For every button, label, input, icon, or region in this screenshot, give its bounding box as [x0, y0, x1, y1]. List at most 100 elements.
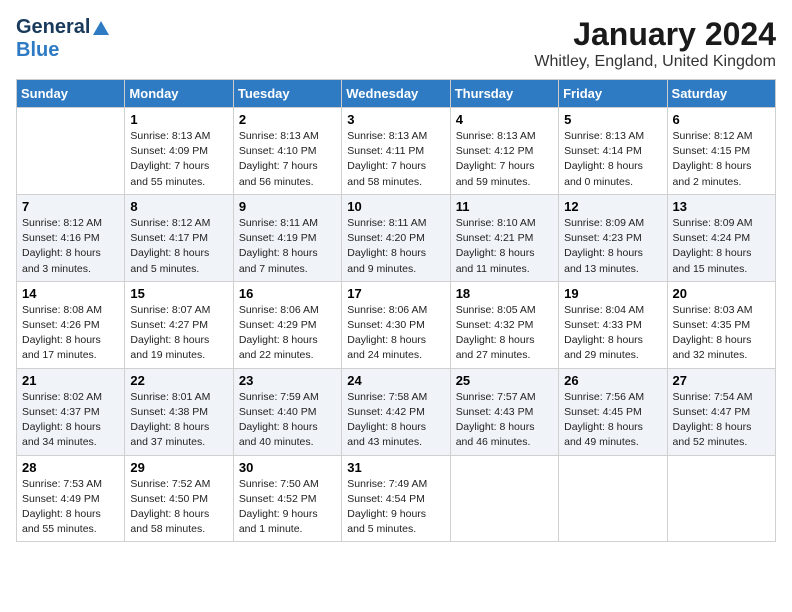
col-saturday: Saturday: [667, 80, 775, 108]
calendar-cell: [667, 455, 775, 542]
day-number: 15: [130, 286, 227, 301]
calendar-cell: 29 Sunrise: 7:52 AM Sunset: 4:50 PM Dayli…: [125, 455, 233, 542]
day-number: 5: [564, 112, 661, 127]
day-number: 27: [673, 373, 770, 388]
day-info: Sunrise: 7:52 AM Sunset: 4:50 PM Dayligh…: [130, 477, 227, 538]
day-info: Sunrise: 8:08 AM Sunset: 4:26 PM Dayligh…: [22, 303, 119, 364]
day-number: 1: [130, 112, 227, 127]
calendar-body: 1Sunrise: 8:13 AM Sunset: 4:09 PM Daylig…: [17, 108, 776, 542]
calendar-table: Sunday Monday Tuesday Wednesday Thursday…: [16, 79, 776, 542]
calendar-cell: 27 Sunrise: 7:54 AM Sunset: 4:47 PM Dayli…: [667, 368, 775, 455]
calendar-cell: 6 Sunrise: 8:12 AM Sunset: 4:15 PM Daylig…: [667, 108, 775, 195]
day-number: 30: [239, 460, 336, 475]
calendar-cell: 18 Sunrise: 8:05 AM Sunset: 4:32 PM Dayli…: [450, 281, 558, 368]
calendar-cell: 16 Sunrise: 8:06 AM Sunset: 4:29 PM Dayli…: [233, 281, 341, 368]
calendar-week-row: 1Sunrise: 8:13 AM Sunset: 4:09 PM Daylig…: [17, 108, 776, 195]
day-number: 13: [673, 199, 770, 214]
calendar-cell: 20Sunrise: 8:03 AM Sunset: 4:35 PM Dayli…: [667, 281, 775, 368]
day-number: 31: [347, 460, 444, 475]
page-subtitle: Whitley, England, United Kingdom: [534, 53, 776, 71]
logo: General Blue: [16, 16, 110, 62]
day-info: Sunrise: 8:13 AM Sunset: 4:12 PM Dayligh…: [456, 129, 553, 190]
day-info: Sunrise: 8:04 AM Sunset: 4:33 PM Dayligh…: [564, 303, 661, 364]
day-number: 23: [239, 373, 336, 388]
day-info: Sunrise: 8:01 AM Sunset: 4:38 PM Dayligh…: [130, 390, 227, 451]
day-info: Sunrise: 7:50 AM Sunset: 4:52 PM Dayligh…: [239, 477, 336, 538]
calendar-week-row: 28 Sunrise: 7:53 AM Sunset: 4:49 PM Dayli…: [17, 455, 776, 542]
day-info: Sunrise: 8:12 AM Sunset: 4:15 PM Dayligh…: [673, 129, 770, 190]
day-number: 8: [130, 199, 227, 214]
day-number: 11: [456, 199, 553, 214]
day-info: Sunrise: 8:06 AM Sunset: 4:29 PM Dayligh…: [239, 303, 336, 364]
calendar-cell: 24Sunrise: 7:58 AM Sunset: 4:42 PM Dayli…: [342, 368, 450, 455]
day-number: 18: [456, 286, 553, 301]
calendar-cell: 22Sunrise: 8:01 AM Sunset: 4:38 PM Dayli…: [125, 368, 233, 455]
day-info: Sunrise: 8:13 AM Sunset: 4:11 PM Dayligh…: [347, 129, 444, 190]
day-number: 9: [239, 199, 336, 214]
logo-blue-text: Blue: [16, 39, 59, 61]
calendar-cell: 26 Sunrise: 7:56 AM Sunset: 4:45 PM Dayli…: [559, 368, 667, 455]
day-number: 12: [564, 199, 661, 214]
day-info: Sunrise: 7:57 AM Sunset: 4:43 PM Dayligh…: [456, 390, 553, 451]
calendar-cell: 4 Sunrise: 8:13 AM Sunset: 4:12 PM Daylig…: [450, 108, 558, 195]
day-number: 2: [239, 112, 336, 127]
day-info: Sunrise: 8:13 AM Sunset: 4:10 PM Dayligh…: [239, 129, 336, 190]
calendar-header: Sunday Monday Tuesday Wednesday Thursday…: [17, 80, 776, 108]
day-number: 21: [22, 373, 119, 388]
col-tuesday: Tuesday: [233, 80, 341, 108]
day-info: Sunrise: 8:02 AM Sunset: 4:37 PM Dayligh…: [22, 390, 119, 451]
calendar-cell: 1Sunrise: 8:13 AM Sunset: 4:09 PM Daylig…: [125, 108, 233, 195]
day-number: 19: [564, 286, 661, 301]
calendar-cell: 23Sunrise: 7:59 AM Sunset: 4:40 PM Dayli…: [233, 368, 341, 455]
calendar-cell: 2 Sunrise: 8:13 AM Sunset: 4:10 PM Daylig…: [233, 108, 341, 195]
calendar-cell: 13 Sunrise: 8:09 AM Sunset: 4:24 PM Dayli…: [667, 194, 775, 281]
day-info: Sunrise: 8:05 AM Sunset: 4:32 PM Dayligh…: [456, 303, 553, 364]
day-number: 6: [673, 112, 770, 127]
calendar-cell: 14 Sunrise: 8:08 AM Sunset: 4:26 PM Dayli…: [17, 281, 125, 368]
calendar-cell: 3 Sunrise: 8:13 AM Sunset: 4:11 PM Daylig…: [342, 108, 450, 195]
calendar-cell: 30 Sunrise: 7:50 AM Sunset: 4:52 PM Dayli…: [233, 455, 341, 542]
day-info: Sunrise: 7:56 AM Sunset: 4:45 PM Dayligh…: [564, 390, 661, 451]
calendar-cell: 11 Sunrise: 8:10 AM Sunset: 4:21 PM Dayli…: [450, 194, 558, 281]
day-info: Sunrise: 8:09 AM Sunset: 4:23 PM Dayligh…: [564, 216, 661, 277]
calendar-week-row: 7 Sunrise: 8:12 AM Sunset: 4:16 PM Daylig…: [17, 194, 776, 281]
day-info: Sunrise: 8:12 AM Sunset: 4:17 PM Dayligh…: [130, 216, 227, 277]
calendar-cell: 25Sunrise: 7:57 AM Sunset: 4:43 PM Dayli…: [450, 368, 558, 455]
day-number: 14: [22, 286, 119, 301]
calendar-cell: 5 Sunrise: 8:13 AM Sunset: 4:14 PM Daylig…: [559, 108, 667, 195]
col-wednesday: Wednesday: [342, 80, 450, 108]
day-info: Sunrise: 8:07 AM Sunset: 4:27 PM Dayligh…: [130, 303, 227, 364]
calendar-cell: 21 Sunrise: 8:02 AM Sunset: 4:37 PM Dayli…: [17, 368, 125, 455]
title-block: January 2024 Whitley, England, United Ki…: [534, 16, 776, 71]
day-info: Sunrise: 8:13 AM Sunset: 4:14 PM Dayligh…: [564, 129, 661, 190]
day-info: Sunrise: 7:53 AM Sunset: 4:49 PM Dayligh…: [22, 477, 119, 538]
day-number: 20: [673, 286, 770, 301]
col-friday: Friday: [559, 80, 667, 108]
page-title: January 2024: [534, 16, 776, 53]
day-number: 7: [22, 199, 119, 214]
calendar-cell: 7 Sunrise: 8:12 AM Sunset: 4:16 PM Daylig…: [17, 194, 125, 281]
calendar-cell: 28 Sunrise: 7:53 AM Sunset: 4:49 PM Dayli…: [17, 455, 125, 542]
day-number: 29: [130, 460, 227, 475]
day-info: Sunrise: 8:06 AM Sunset: 4:30 PM Dayligh…: [347, 303, 444, 364]
col-sunday: Sunday: [17, 80, 125, 108]
day-info: Sunrise: 8:10 AM Sunset: 4:21 PM Dayligh…: [456, 216, 553, 277]
day-number: 4: [456, 112, 553, 127]
page-header: General Blue January 2024 Whitley, Engla…: [16, 16, 776, 71]
col-thursday: Thursday: [450, 80, 558, 108]
day-info: Sunrise: 7:49 AM Sunset: 4:54 PM Dayligh…: [347, 477, 444, 538]
calendar-week-row: 14 Sunrise: 8:08 AM Sunset: 4:26 PM Dayli…: [17, 281, 776, 368]
day-info: Sunrise: 7:54 AM Sunset: 4:47 PM Dayligh…: [673, 390, 770, 451]
day-number: 28: [22, 460, 119, 475]
day-number: 3: [347, 112, 444, 127]
day-number: 16: [239, 286, 336, 301]
day-number: 24: [347, 373, 444, 388]
day-number: 26: [564, 373, 661, 388]
day-info: Sunrise: 8:12 AM Sunset: 4:16 PM Dayligh…: [22, 216, 119, 277]
day-number: 17: [347, 286, 444, 301]
calendar-cell: 31 Sunrise: 7:49 AM Sunset: 4:54 PM Dayli…: [342, 455, 450, 542]
calendar-cell: [17, 108, 125, 195]
day-number: 10: [347, 199, 444, 214]
day-info: Sunrise: 8:09 AM Sunset: 4:24 PM Dayligh…: [673, 216, 770, 277]
day-info: Sunrise: 8:11 AM Sunset: 4:20 PM Dayligh…: [347, 216, 444, 277]
